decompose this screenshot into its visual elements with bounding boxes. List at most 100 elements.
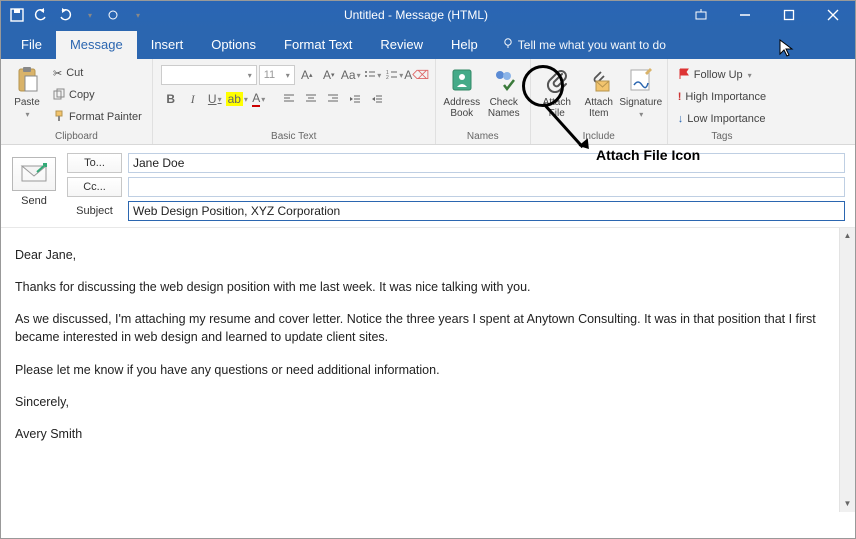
low-importance-button[interactable]: ↓Low Importance (676, 109, 768, 129)
mouse-cursor-icon (779, 39, 795, 64)
attach-file-button[interactable]: Attach File (539, 61, 575, 119)
cc-field[interactable] (128, 177, 845, 197)
decrease-indent-button[interactable] (345, 89, 365, 109)
touch-mode-icon[interactable] (105, 5, 121, 25)
font-size-combo[interactable]: 11▾ (259, 65, 295, 85)
save-icon[interactable] (9, 5, 25, 25)
paste-label: Paste (14, 97, 40, 108)
attach-item-label: Attach Item (585, 97, 613, 119)
undo-icon[interactable] (33, 5, 49, 25)
format-painter-button[interactable]: Format Painter (51, 107, 144, 127)
chevron-down-icon: ▾ (25, 110, 29, 119)
vertical-scrollbar[interactable]: ▲ ▼ (839, 228, 855, 512)
scroll-up-icon[interactable]: ▲ (840, 228, 855, 244)
tab-file[interactable]: File (7, 31, 56, 59)
to-field[interactable] (128, 153, 845, 173)
cc-button[interactable]: Cc... (67, 177, 122, 197)
bullets-button[interactable]: ▾ (363, 65, 383, 85)
high-importance-label: High Importance (685, 91, 766, 103)
change-case-button[interactable]: Aa▾ (341, 65, 361, 85)
body-p2: As we discussed, I'm attaching my resume… (15, 310, 841, 346)
check-names-icon (489, 65, 519, 95)
body-p3: Please let me know if you have any quest… (15, 361, 841, 379)
ribbon-options-button[interactable] (679, 1, 723, 29)
tab-format-text[interactable]: Format Text (270, 31, 366, 59)
italic-button[interactable]: I (183, 89, 203, 109)
underline-button[interactable]: U▾ (205, 89, 225, 109)
svg-text:2: 2 (386, 75, 389, 81)
shrink-font-button[interactable]: A▾ (319, 65, 339, 85)
paste-icon (12, 65, 42, 95)
names-group-label: Names (444, 131, 522, 144)
message-body[interactable]: Dear Jane, Thanks for discussing the web… (1, 228, 855, 512)
tab-help[interactable]: Help (437, 31, 492, 59)
group-basic-text: ▾ 11▾ A▴ A▾ Aa▾ ▾ 12▾ A⌫ B I U▾ ab▾ A▾ (153, 59, 436, 144)
clipboard-group-label: Clipboard (9, 131, 144, 144)
tab-message[interactable]: Message (56, 31, 137, 59)
follow-up-button[interactable]: Follow Up▾ (676, 65, 768, 85)
body-greeting: Dear Jane, (15, 246, 841, 264)
check-names-label: Check Names (488, 97, 520, 119)
minimize-button[interactable] (723, 1, 767, 29)
address-book-icon (447, 65, 477, 95)
attach-file-label: Attach File (543, 97, 571, 119)
title-bar: Untitled - Message (HTML) (1, 1, 855, 29)
qat-customize-icon[interactable] (81, 5, 97, 25)
chevron-down-icon: ▾ (639, 110, 643, 119)
numbering-button[interactable]: 12▾ (385, 65, 405, 85)
redo-icon[interactable] (57, 5, 73, 25)
flag-icon (678, 68, 690, 83)
tell-me-search[interactable]: Tell me what you want to do (492, 31, 676, 59)
increase-indent-button[interactable] (367, 89, 387, 109)
tab-insert[interactable]: Insert (137, 31, 198, 59)
cut-button[interactable]: ✂ Cut (51, 63, 144, 83)
scissors-icon: ✂ (53, 67, 62, 80)
highlight-button[interactable]: ab▾ (227, 89, 247, 109)
subject-label: Subject (67, 205, 122, 217)
window-title: Untitled - Message (HTML) (153, 8, 679, 22)
tab-options[interactable]: Options (197, 31, 270, 59)
copy-button[interactable]: Copy (51, 85, 144, 105)
align-center-button[interactable] (301, 89, 321, 109)
font-color-button[interactable]: A▾ (249, 89, 269, 109)
send-label: Send (21, 195, 47, 207)
maximize-button[interactable] (767, 1, 811, 29)
bold-button[interactable]: B (161, 89, 181, 109)
address-book-label: Address Book (443, 97, 480, 119)
font-family-combo[interactable]: ▾ (161, 65, 257, 85)
clear-formatting-button[interactable]: A⌫ (407, 65, 427, 85)
subject-field[interactable] (128, 201, 845, 221)
scroll-down-icon[interactable]: ▼ (840, 496, 855, 512)
cut-label: Cut (66, 67, 83, 79)
align-left-button[interactable] (279, 89, 299, 109)
send-icon (20, 162, 48, 187)
check-names-button[interactable]: Check Names (486, 61, 522, 119)
attach-item-button[interactable]: Attach Item (581, 61, 617, 119)
lightbulb-icon (502, 37, 514, 52)
close-button[interactable] (811, 1, 855, 29)
qat-more-icon[interactable] (129, 5, 145, 25)
signature-button[interactable]: Signature ▾ (623, 61, 659, 119)
group-names: Address Book Check Names Names (436, 59, 531, 144)
body-closing: Sincerely, (15, 393, 841, 411)
grow-font-button[interactable]: A▴ (297, 65, 317, 85)
down-arrow-icon: ↓ (678, 113, 684, 125)
basic-text-group-label: Basic Text (161, 131, 427, 144)
group-tags: Follow Up▾ !High Importance ↓Low Importa… (668, 59, 776, 144)
group-clipboard: Paste ▾ ✂ Cut Copy Format Painter Clipboa… (1, 59, 153, 144)
ribbon-tabs: File Message Insert Options Format Text … (1, 29, 855, 59)
high-importance-button[interactable]: !High Importance (676, 87, 768, 107)
compose-header: Send To... Cc... Subject (1, 145, 855, 228)
align-right-button[interactable] (323, 89, 343, 109)
send-button[interactable] (12, 157, 56, 191)
signature-icon (626, 65, 656, 95)
tab-review[interactable]: Review (366, 31, 437, 59)
tags-group-label: Tags (676, 131, 768, 144)
exclamation-icon: ! (678, 91, 682, 103)
to-button[interactable]: To... (67, 153, 122, 173)
low-importance-label: Low Importance (687, 113, 765, 125)
paste-button[interactable]: Paste ▾ (9, 61, 45, 119)
address-book-button[interactable]: Address Book (444, 61, 480, 119)
include-group-label: Include (539, 131, 659, 144)
signature-label: Signature (619, 97, 662, 108)
